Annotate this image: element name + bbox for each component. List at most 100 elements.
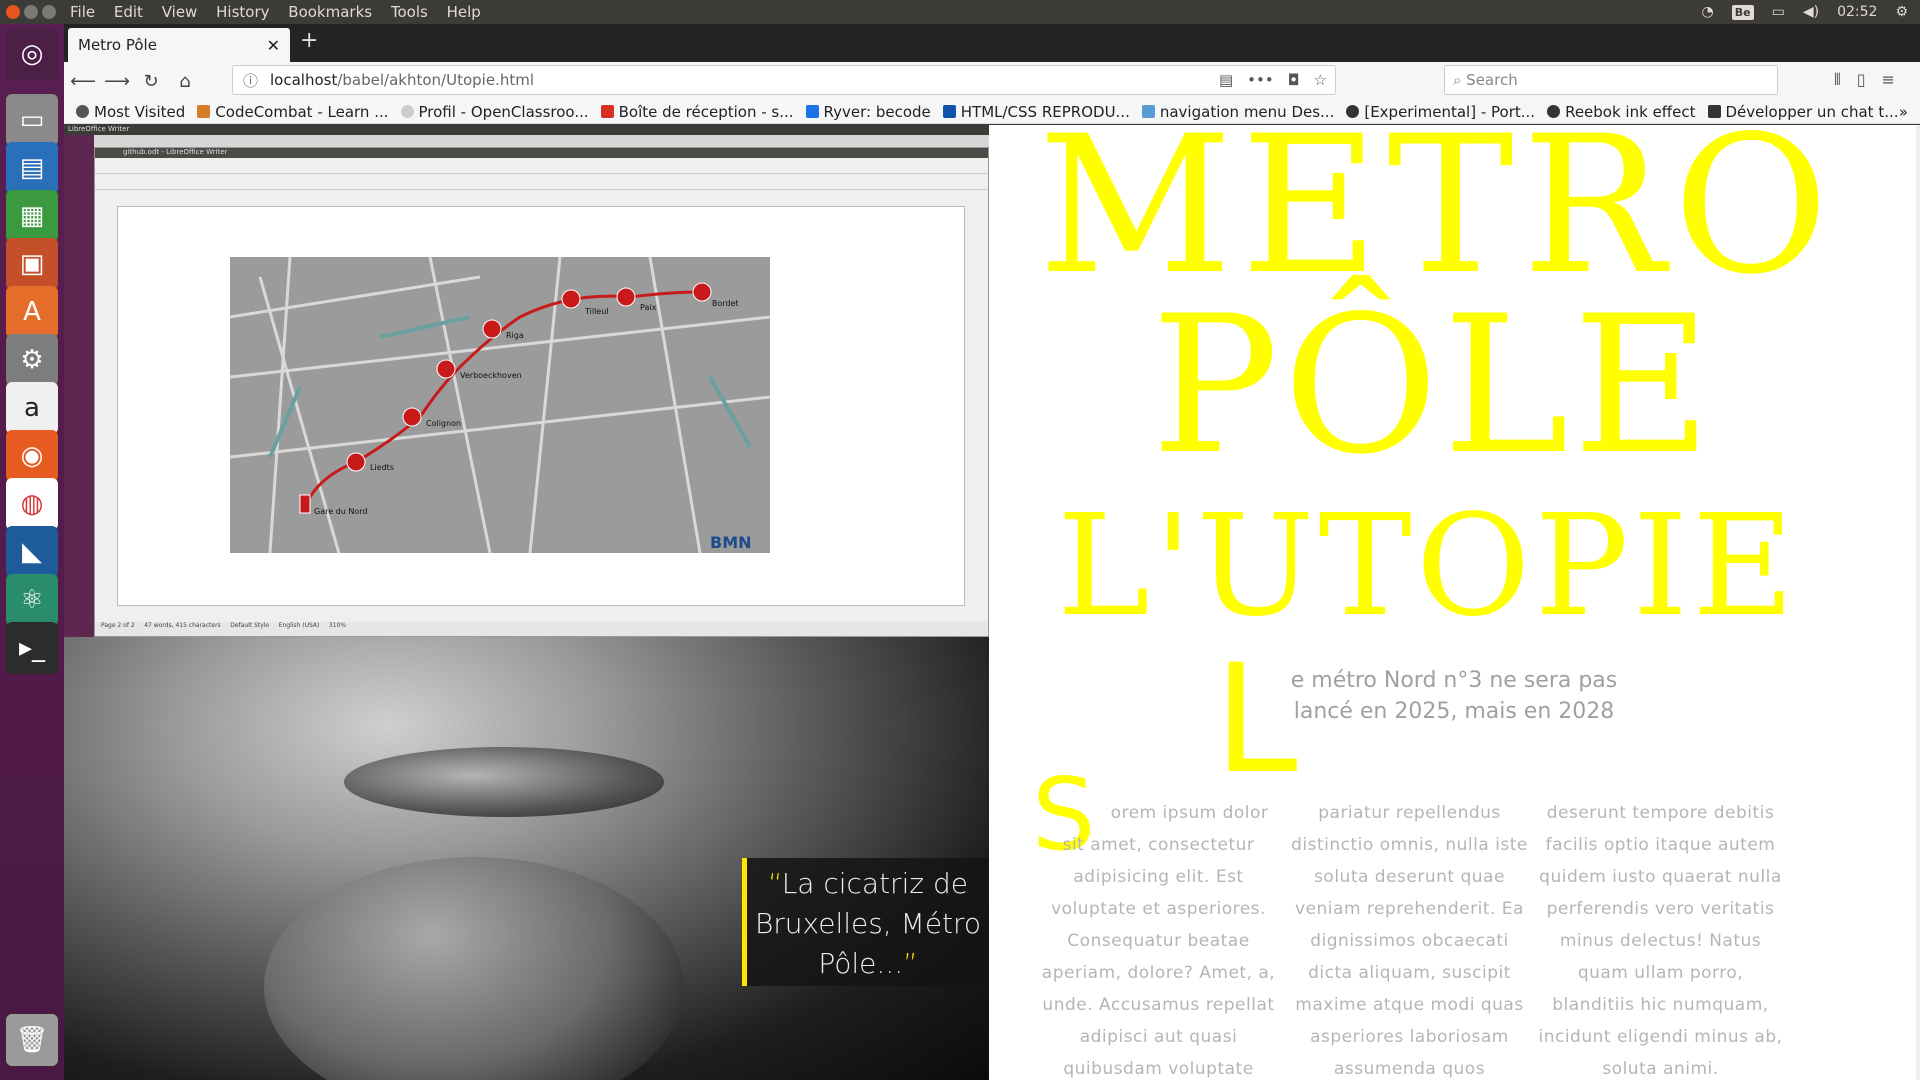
software-center-icon[interactable]: A [6, 286, 58, 338]
system-settings-icon[interactable]: ⚙ [6, 334, 58, 386]
menu-bookmarks[interactable]: Bookmarks [288, 3, 372, 21]
menu-edit[interactable]: Edit [114, 3, 143, 21]
lo-status-bar: Page 2 of 2 47 words, 415 characters Def… [95, 622, 988, 636]
url-bar[interactable]: ⓘ localhost /babel/akhton/Utopie.html ▤ … [232, 65, 1336, 95]
bookmarks-bar: Most Visited CodeCombat - Learn ... Prof… [64, 100, 1920, 124]
image-icon [1141, 105, 1155, 118]
tab-bar: Metro Pôle ✕ + [64, 24, 1920, 62]
files-icon[interactable]: ▭ [6, 94, 58, 146]
bookmark-item[interactable]: Most Visited [76, 103, 185, 121]
app-menu: File Edit View History Bookmarks Tools H… [70, 3, 495, 21]
quote-open-mark: “ [768, 867, 782, 900]
bookmark-item[interactable]: CodeCombat - Learn ... [197, 103, 389, 121]
openclassrooms-icon [400, 105, 414, 118]
impress-icon[interactable]: ▣ [6, 238, 58, 290]
tab-metro-pole[interactable]: Metro Pôle ✕ [68, 28, 290, 62]
trash-icon[interactable]: 🗑 [6, 1014, 58, 1066]
writer-icon[interactable]: ▤ [6, 142, 58, 194]
station-label: Gare du Nord [314, 507, 368, 516]
atom-icon[interactable]: ⚛ [6, 574, 58, 626]
bookmark-item[interactable]: HTML/CSS REPRODU... [942, 103, 1130, 121]
text-column-2: pariatur repellendus distinctio omnis, n… [1291, 803, 1528, 1079]
search-placeholder: Search [1466, 71, 1518, 89]
close-window-button[interactable] [6, 5, 20, 19]
calc-icon[interactable]: ▦ [6, 190, 58, 242]
search-icon: ⌕ [1453, 71, 1467, 89]
codepen-icon [1346, 105, 1360, 118]
chrome-icon[interactable]: ◍ [6, 478, 58, 530]
reload-button[interactable]: ↻ [136, 71, 166, 92]
reader-view-icon[interactable]: ▤ [1219, 71, 1233, 89]
lo-window-title: LibreOffice Writer [64, 125, 989, 135]
text-column-1: orem ipsum dolor sit amet, consectetur a… [1041, 803, 1276, 1079]
close-tab-icon[interactable]: ✕ [267, 36, 280, 55]
subtitle-dropcap: L [1214, 633, 1298, 807]
bookmark-item[interactable]: Ryver: becode [805, 103, 931, 121]
menu-view[interactable]: View [162, 3, 198, 21]
codecombat-icon [197, 105, 211, 118]
bookmark-item[interactable]: navigation menu Des... [1141, 103, 1334, 121]
libreoffice-screenshot: LibreOffice Writer github.odt - LibreOff… [64, 125, 989, 637]
search-input[interactable]: ⌕ Search [1444, 65, 1778, 95]
maximize-window-button[interactable] [42, 5, 56, 19]
more-bookmarks-chevron-icon[interactable]: » [1899, 103, 1908, 121]
vscode-icon[interactable]: ◣ [6, 526, 58, 578]
bookmark-star-icon[interactable]: ☆ [1314, 71, 1327, 89]
bookmark-item[interactable]: Profil - OpenClassroo... [400, 103, 589, 121]
ubuntu-dash-icon[interactable]: ◎ [6, 28, 58, 80]
battery-icon[interactable]: ▭ [1772, 4, 1785, 20]
new-tab-button[interactable]: + [300, 28, 318, 53]
terminal-icon[interactable]: ▸_ [6, 622, 58, 674]
metro-route-svg [230, 257, 770, 553]
pull-quote: “La cicatriz de Bruxelles, Métro Pôle...… [742, 858, 989, 986]
metro-map-image: Gare du Nord Liedts Colignon Verboeckhov… [230, 257, 770, 553]
firefox-icon[interactable]: ◉ [6, 430, 58, 482]
hamburger-menu-icon[interactable]: ≡ [1882, 70, 1895, 90]
ryver-icon [805, 105, 819, 118]
volume-icon[interactable]: ◀) [1803, 4, 1819, 20]
bookmark-item[interactable]: Développer un chat t... [1707, 103, 1899, 121]
sidebar-icon[interactable]: ▯ [1857, 70, 1866, 90]
face-lips-shape [344, 747, 664, 817]
wifi-icon[interactable]: ◔ [1702, 4, 1714, 20]
quote-text: La cicatriz de Bruxelles, Métro Pôle... [754, 867, 982, 980]
toolbar-right: ⫴ ▯ ≡ [1834, 70, 1895, 90]
amazon-icon[interactable]: a [6, 382, 58, 434]
lo-launcher-strip [64, 135, 94, 637]
menu-file[interactable]: File [70, 3, 95, 21]
bookmark-item[interactable]: Boîte de réception - s... [600, 103, 794, 121]
system-menu-bar: File Edit View History Bookmarks Tools H… [0, 0, 1920, 24]
hero-title-line3: L'UTOPIE [1057, 485, 1799, 648]
page-scrollbar[interactable] [1916, 125, 1920, 1080]
library-icon[interactable]: ⫴ [1834, 70, 1841, 90]
forward-button[interactable]: ⟶ [102, 71, 132, 92]
site-info-icon[interactable]: ⓘ [243, 70, 258, 91]
menu-help[interactable]: Help [447, 3, 481, 21]
bookmark-item[interactable]: [Experimental] - Port... [1346, 103, 1535, 121]
keyboard-layout-indicator[interactable]: Be [1731, 4, 1754, 20]
clock[interactable]: 02:52 [1837, 4, 1877, 20]
hero-subtitle: e métro Nord n°3 ne sera pas lancé en 20… [1290, 668, 1618, 724]
station-label: Liedts [370, 463, 394, 472]
system-tray: ◔ Be ▭ ◀) 02:52 ⚙ [1702, 4, 1908, 20]
lo-document-page: Gare du Nord Liedts Colignon Verboeckhov… [117, 206, 965, 606]
menu-history[interactable]: History [216, 3, 269, 21]
station-label: Tilleul [585, 307, 609, 316]
page-actions-icon[interactable]: ••• [1247, 71, 1274, 89]
url-host: localhost [270, 71, 338, 89]
pocket-icon[interactable]: ◘ [1288, 71, 1300, 89]
station-label: Bordet [712, 299, 739, 308]
bookmark-item[interactable]: Reebok ink effect [1547, 103, 1696, 121]
home-button[interactable]: ⌂ [170, 71, 200, 92]
map-brand-logo: BMN [710, 533, 752, 552]
settings-gear-icon[interactable]: ⚙ [1895, 4, 1908, 20]
station-label: Riga [506, 331, 524, 340]
menu-tools[interactable]: Tools [391, 3, 428, 21]
codepen-icon [1547, 105, 1561, 118]
page-icon [942, 105, 956, 118]
back-button[interactable]: ⟵ [68, 71, 98, 92]
station-label: Colignon [426, 419, 462, 428]
lo-writer-window: github.odt - LibreOffice Writer Gare du … [94, 147, 989, 637]
minimize-window-button[interactable] [24, 5, 38, 19]
url-path: /babel/akhton/Utopie.html [337, 71, 534, 89]
